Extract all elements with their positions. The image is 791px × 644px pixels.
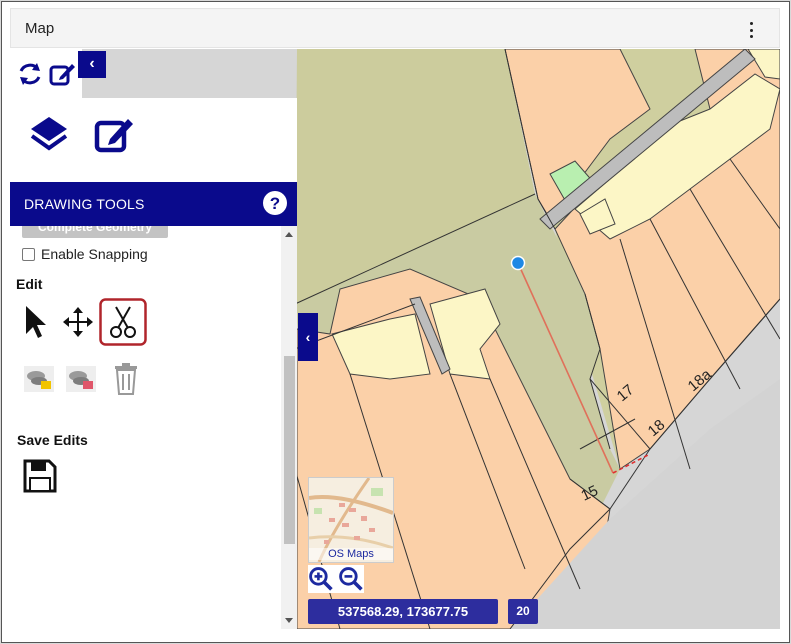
trash-icon[interactable] <box>112 362 140 396</box>
drawing-tools-header: DRAWING TOOLS ? <box>10 182 297 226</box>
map-mini-toolbar <box>10 49 82 99</box>
zoom-in-icon[interactable] <box>308 566 334 592</box>
basemap-label: OS Maps <box>309 548 393 560</box>
map-viewport[interactable]: 17 18 18a 15 ‹ DRAWING TOOLS ? Complete … <box>10 49 780 629</box>
scroll-up-icon[interactable] <box>285 232 293 237</box>
move-icon[interactable] <box>62 306 94 338</box>
zoom-out-icon[interactable] <box>338 566 364 592</box>
sketch-vertex[interactable] <box>510 255 526 271</box>
collapse-panel-button[interactable]: ‹ <box>78 51 106 78</box>
coordinate-readout: 537568.29, 173677.75 <box>308 599 498 624</box>
window-title: Map <box>25 20 55 37</box>
more-options-icon[interactable] <box>748 22 754 38</box>
zoom-level-badge: 20 <box>508 599 538 624</box>
app-frame: Map 17 18 18a 15 ‹ DRAWING TOOLS ? Compl… <box>1 1 790 643</box>
drawing-tools-content: Complete Geometry Enable Snapping Edit S… <box>10 226 280 629</box>
zoom-controls <box>308 565 364 593</box>
complete-geometry-button[interactable]: Complete Geometry <box>22 226 168 238</box>
window-titlebar: Map <box>10 8 780 48</box>
scrollbar-thumb[interactable] <box>284 356 295 544</box>
collapse-side-panel-button[interactable]: ‹ <box>298 313 318 361</box>
save-icon[interactable] <box>22 458 58 494</box>
enable-snapping-row: Enable Snapping <box>22 246 148 262</box>
refresh-icon[interactable] <box>16 60 44 88</box>
enable-snapping-checkbox[interactable] <box>22 247 35 261</box>
edit-icon[interactable] <box>92 112 138 158</box>
add-feature-icon[interactable] <box>24 366 54 392</box>
edit-icon[interactable] <box>48 60 76 88</box>
basemap-thumbnail[interactable]: OS Maps <box>308 477 394 563</box>
scissors-icon[interactable] <box>99 298 147 346</box>
select-arrow-icon[interactable] <box>22 304 50 340</box>
layers-icon[interactable] <box>26 112 72 158</box>
help-icon[interactable]: ? <box>263 191 287 215</box>
scroll-down-icon[interactable] <box>285 618 293 623</box>
drawing-tools-title: DRAWING TOOLS <box>24 196 145 212</box>
save-edits-label: Save Edits <box>17 432 88 448</box>
panel-scrollbar[interactable] <box>281 226 297 629</box>
edit-section-label: Edit <box>16 276 43 292</box>
enable-snapping-label: Enable Snapping <box>41 246 148 262</box>
drawing-tools-panel: DRAWING TOOLS ? Complete Geometry Enable… <box>10 98 297 629</box>
remove-feature-icon[interactable] <box>66 366 96 392</box>
